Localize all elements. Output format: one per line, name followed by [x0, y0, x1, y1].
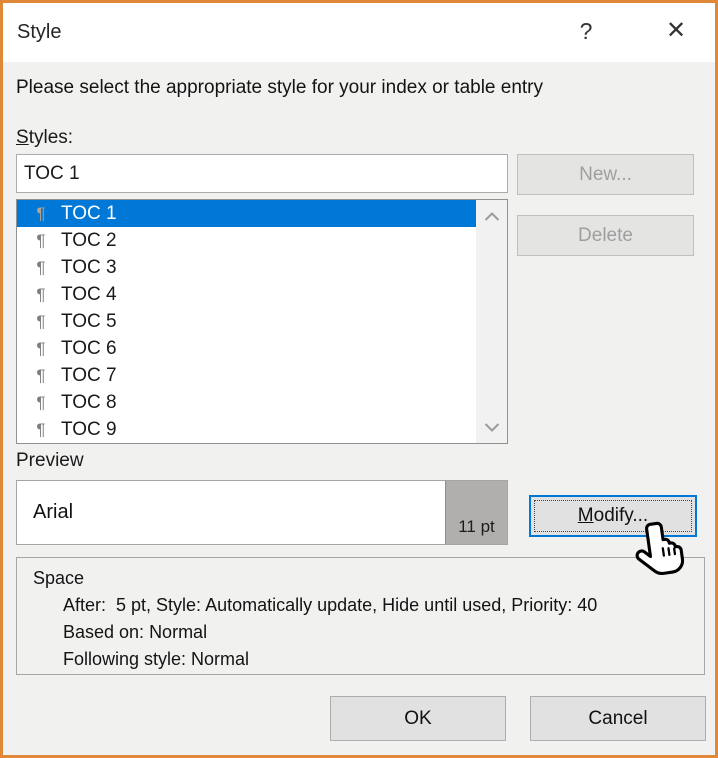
pilcrow-icon: ¶: [36, 420, 46, 439]
scroll-down-button[interactable]: [476, 413, 507, 441]
styles-label-rest: tyles:: [28, 127, 74, 148]
description-style-name: Space: [33, 568, 85, 588]
scroll-up-button[interactable]: [476, 202, 507, 230]
new-button[interactable]: New...: [517, 154, 694, 195]
style-item-label: TOC 6: [61, 338, 117, 359]
style-item-label: TOC 8: [61, 392, 117, 413]
ok-button[interactable]: OK: [330, 696, 506, 741]
instruction-text: Please select the appropriate style for …: [16, 77, 544, 98]
delete-button[interactable]: Delete: [517, 215, 694, 256]
pilcrow-icon: ¶: [36, 366, 46, 385]
style-item-label: TOC 4: [61, 284, 117, 305]
cancel-button[interactable]: Cancel: [530, 696, 706, 741]
style-list-item[interactable]: ¶ TOC 6: [17, 335, 507, 362]
description-line-3: Following style: Normal: [63, 649, 250, 669]
pilcrow-icon: ¶: [36, 393, 46, 412]
pilcrow-icon: ¶: [36, 339, 46, 358]
preview-font-size: 11 pt: [446, 481, 507, 544]
dialog-title: Style: [17, 21, 62, 43]
pilcrow-icon: ¶: [36, 231, 46, 250]
style-dialog: Style ? ✕ Please select the appropriate …: [0, 0, 718, 758]
modify-button[interactable]: Modify...: [529, 495, 697, 537]
style-item-label: TOC 1: [61, 203, 117, 224]
modify-label-rest: odify...: [593, 505, 649, 526]
styles-label: Styles:: [16, 127, 73, 149]
style-list-item[interactable]: ¶ TOC 8: [17, 389, 507, 416]
description-line-2: Based on: Normal: [63, 622, 208, 642]
style-list-item[interactable]: ¶ TOC 2: [17, 227, 507, 254]
style-item-label: TOC 3: [61, 257, 117, 278]
style-item-label: TOC 7: [61, 365, 117, 386]
style-item-label: TOC 2: [61, 230, 117, 251]
style-name-input[interactable]: [16, 154, 508, 193]
pilcrow-icon: ¶: [36, 204, 46, 223]
help-button[interactable]: ?: [569, 3, 603, 62]
pilcrow-icon: ¶: [36, 258, 46, 277]
preview-box: Arial 11 pt: [16, 480, 508, 545]
preview-font-name: Arial: [17, 481, 446, 544]
style-list-item[interactable]: ¶ TOC 9: [17, 416, 507, 443]
list-scrollbar[interactable]: [476, 200, 507, 443]
styles-listbox: ¶ TOC 1 ¶ TOC 2 ¶ TOC 3 ¶ TOC 4 ¶ TOC 5 …: [16, 199, 508, 444]
chevron-down-icon: [484, 422, 499, 432]
style-item-label: TOC 5: [61, 311, 117, 332]
description-line-1: After: 5 pt, Style: Automatically update…: [63, 595, 598, 615]
style-list-item[interactable]: ¶ TOC 5: [17, 308, 507, 335]
pilcrow-icon: ¶: [36, 285, 46, 304]
style-list-item[interactable]: ¶ TOC 1: [17, 200, 507, 227]
style-list-item[interactable]: ¶ TOC 7: [17, 362, 507, 389]
style-list-item[interactable]: ¶ TOC 3: [17, 254, 507, 281]
style-list-item[interactable]: ¶ TOC 4: [17, 281, 507, 308]
pilcrow-icon: ¶: [36, 312, 46, 331]
close-icon: ✕: [665, 17, 687, 44]
chevron-up-icon: [484, 211, 499, 221]
title-bar: Style ? ✕: [3, 3, 715, 62]
close-button[interactable]: ✕: [657, 3, 695, 62]
modify-accelerator: M: [577, 505, 594, 526]
style-description-box: Space After: 5 pt, Style: Automatically …: [16, 557, 705, 675]
help-icon: ?: [579, 18, 593, 44]
styles-label-accelerator: S: [16, 127, 29, 148]
style-item-label: TOC 9: [61, 419, 117, 440]
preview-label: Preview: [16, 450, 84, 471]
